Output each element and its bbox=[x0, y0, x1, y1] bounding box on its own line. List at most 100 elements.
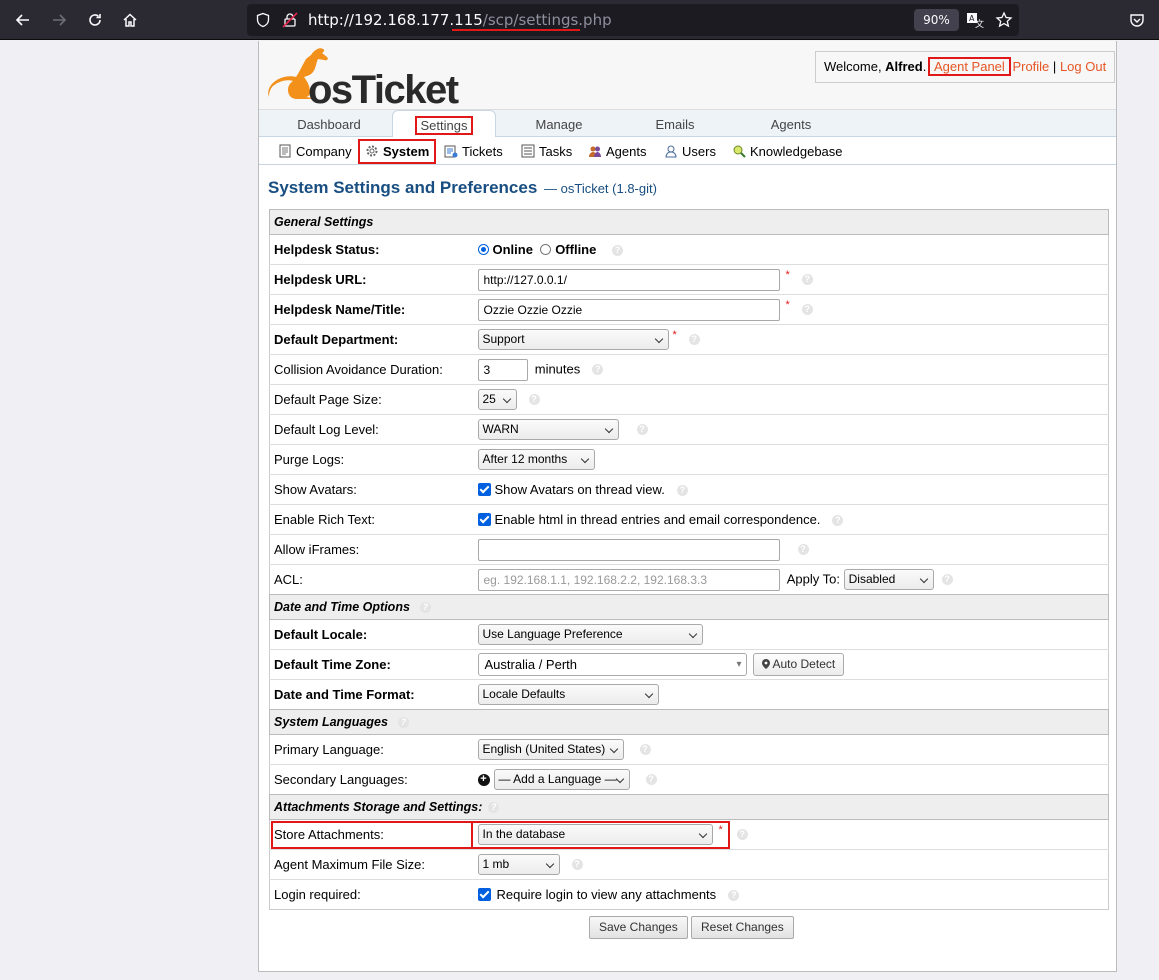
helpdesk-name-input[interactable]: Ozzie Ozzie Ozzie bbox=[477, 298, 780, 321]
datetime-format-select[interactable]: Locale Defaults bbox=[477, 684, 659, 705]
row-helpdesk-name: Helpdesk Name/Title: Ozzie Ozzie Ozzie *? bbox=[269, 294, 1109, 325]
tickets-icon bbox=[444, 145, 458, 158]
store-attachments-select[interactable]: In the database bbox=[477, 824, 713, 845]
pocket-icon[interactable] bbox=[1125, 8, 1149, 32]
tab-agents[interactable]: Agents bbox=[741, 110, 841, 138]
help-icon[interactable]: ? bbox=[688, 334, 700, 345]
tab-dashboard[interactable]: Dashboard bbox=[279, 110, 379, 138]
add-language-icon[interactable]: + bbox=[477, 773, 490, 786]
row-purge-logs: Purge Logs: After 12 months bbox=[269, 444, 1109, 475]
tab-manage[interactable]: Manage bbox=[509, 110, 609, 138]
default-locale-label: Default Locale: bbox=[269, 619, 474, 650]
row-default-department: Default Department: Support *? bbox=[269, 324, 1109, 355]
default-department-select[interactable]: Support bbox=[477, 329, 669, 350]
help-icon[interactable]: ? bbox=[397, 717, 409, 729]
browser-toolbar: http://192.168.177.115/scp/settings.php … bbox=[0, 0, 1159, 40]
row-datetime-format: Date and Time Format: Locale Defaults bbox=[269, 679, 1109, 710]
help-icon[interactable]: ? bbox=[676, 485, 688, 497]
tasks-icon bbox=[521, 144, 535, 158]
welcome-box: Welcome, Alfred. Agent Panel Profile | L… bbox=[815, 51, 1116, 83]
collision-label: Collision Avoidance Duration: bbox=[269, 354, 474, 385]
status-offline-radio[interactable] bbox=[540, 244, 552, 255]
help-icon[interactable]: ? bbox=[488, 802, 500, 814]
timezone-select[interactable]: Australia / Perth bbox=[477, 653, 747, 676]
help-icon[interactable]: ? bbox=[645, 774, 657, 785]
bookmark-star-icon[interactable] bbox=[995, 11, 1013, 29]
login-required-checkbox[interactable] bbox=[477, 888, 491, 901]
help-icon[interactable]: ? bbox=[801, 274, 813, 285]
add-language-select[interactable]: — Add a Language — bbox=[493, 769, 630, 790]
log-level-select[interactable]: WARN bbox=[477, 419, 619, 440]
back-icon[interactable] bbox=[11, 8, 35, 32]
shield-icon[interactable] bbox=[255, 12, 271, 28]
forward-icon[interactable] bbox=[47, 8, 71, 32]
primary-language-select[interactable]: English (United States) bbox=[477, 739, 624, 760]
page-size-select[interactable]: 25 bbox=[477, 389, 517, 410]
map-marker-icon bbox=[761, 659, 770, 669]
row-helpdesk-url: Helpdesk URL: http://127.0.0.1/ *? bbox=[269, 264, 1109, 295]
purge-logs-label: Purge Logs: bbox=[269, 444, 474, 475]
welcome-prefix: Welcome, bbox=[824, 59, 886, 74]
help-icon[interactable]: ? bbox=[941, 574, 953, 585]
section-datetime: Date and Time Options? bbox=[269, 594, 1109, 620]
subnav-agents[interactable]: Agents bbox=[588, 141, 646, 162]
translate-icon[interactable]: A文 bbox=[966, 11, 984, 29]
reload-icon[interactable] bbox=[83, 8, 107, 32]
subnav-knowledgebase[interactable]: Knowledgebase bbox=[732, 141, 843, 162]
subnav-users[interactable]: Users bbox=[664, 141, 716, 162]
allow-iframes-input[interactable] bbox=[477, 538, 780, 561]
show-avatars-checkbox[interactable] bbox=[477, 483, 491, 496]
default-locale-select[interactable]: Use Language Preference bbox=[477, 624, 703, 645]
url-path-highlight bbox=[452, 29, 580, 31]
save-changes-button[interactable]: Save Changes bbox=[589, 916, 688, 939]
acl-input[interactable]: eg. 192.168.1.1, 192.168.2.2, 192.168.3.… bbox=[477, 568, 780, 591]
max-file-size-select[interactable]: 1 mb bbox=[477, 854, 560, 875]
help-icon[interactable]: ? bbox=[592, 364, 604, 375]
tab-settings[interactable]: Settings bbox=[392, 110, 496, 139]
help-icon[interactable]: ? bbox=[797, 544, 809, 555]
reset-changes-button[interactable]: Reset Changes bbox=[691, 916, 794, 939]
osticket-logo[interactable]: osTicket bbox=[267, 45, 459, 112]
collision-input[interactable]: 3 bbox=[477, 358, 528, 381]
zoom-level[interactable]: 90% bbox=[914, 9, 959, 31]
row-primary-language: Primary Language: English (United States… bbox=[269, 734, 1109, 765]
max-file-size-label: Agent Maximum File Size: bbox=[269, 849, 474, 880]
url-text[interactable]: http://192.168.177.115/scp/settings.php bbox=[308, 11, 612, 29]
knowledgebase-icon bbox=[733, 145, 746, 158]
auto-detect-button[interactable]: Auto Detect bbox=[752, 653, 845, 676]
primary-language-label: Primary Language: bbox=[269, 734, 474, 765]
page-title: System Settings and Preferences — osTick… bbox=[268, 178, 657, 197]
profile-link[interactable]: Profile bbox=[1012, 59, 1049, 74]
insecure-lock-icon[interactable] bbox=[282, 12, 298, 28]
subnav-system[interactable]: System bbox=[357, 139, 437, 164]
help-icon[interactable]: ? bbox=[728, 890, 740, 902]
purge-logs-select[interactable]: After 12 months bbox=[477, 449, 595, 470]
helpdesk-url-input[interactable]: http://127.0.0.1/ bbox=[477, 268, 780, 291]
help-icon[interactable]: ? bbox=[639, 744, 651, 755]
row-max-file-size: Agent Maximum File Size: 1 mb? bbox=[269, 849, 1109, 880]
help-icon[interactable]: ? bbox=[736, 829, 748, 840]
url-bar[interactable]: http://192.168.177.115/scp/settings.php … bbox=[247, 4, 1019, 36]
rich-text-checkbox[interactable] bbox=[477, 513, 491, 526]
help-icon[interactable]: ? bbox=[571, 859, 583, 870]
logout-link[interactable]: Log Out bbox=[1060, 59, 1106, 74]
home-icon[interactable] bbox=[118, 8, 142, 32]
row-login-required: Login required: Require login to view an… bbox=[269, 879, 1109, 910]
tab-emails[interactable]: Emails bbox=[625, 110, 725, 138]
help-icon[interactable]: ? bbox=[419, 602, 431, 614]
subnav-company[interactable]: Company bbox=[278, 141, 352, 162]
login-required-label: Login required: bbox=[269, 879, 474, 910]
agent-panel-link[interactable]: Agent Panel bbox=[927, 57, 1011, 76]
help-icon[interactable]: ? bbox=[832, 515, 844, 527]
help-icon[interactable]: ? bbox=[611, 245, 623, 257]
help-icon[interactable]: ? bbox=[636, 424, 648, 435]
subnav-tickets[interactable]: Tickets bbox=[444, 141, 503, 162]
help-icon[interactable]: ? bbox=[801, 304, 813, 315]
help-icon[interactable]: ? bbox=[528, 394, 540, 405]
page-subtitle: — osTicket (1.8-git) bbox=[544, 181, 657, 196]
row-default-locale: Default Locale: Use Language Preference bbox=[269, 619, 1109, 650]
subnav-tasks[interactable]: Tasks bbox=[521, 141, 572, 162]
status-online-radio[interactable] bbox=[477, 244, 489, 255]
apply-to-select[interactable]: Disabled bbox=[843, 569, 934, 590]
collision-unit: minutes bbox=[534, 360, 581, 376]
